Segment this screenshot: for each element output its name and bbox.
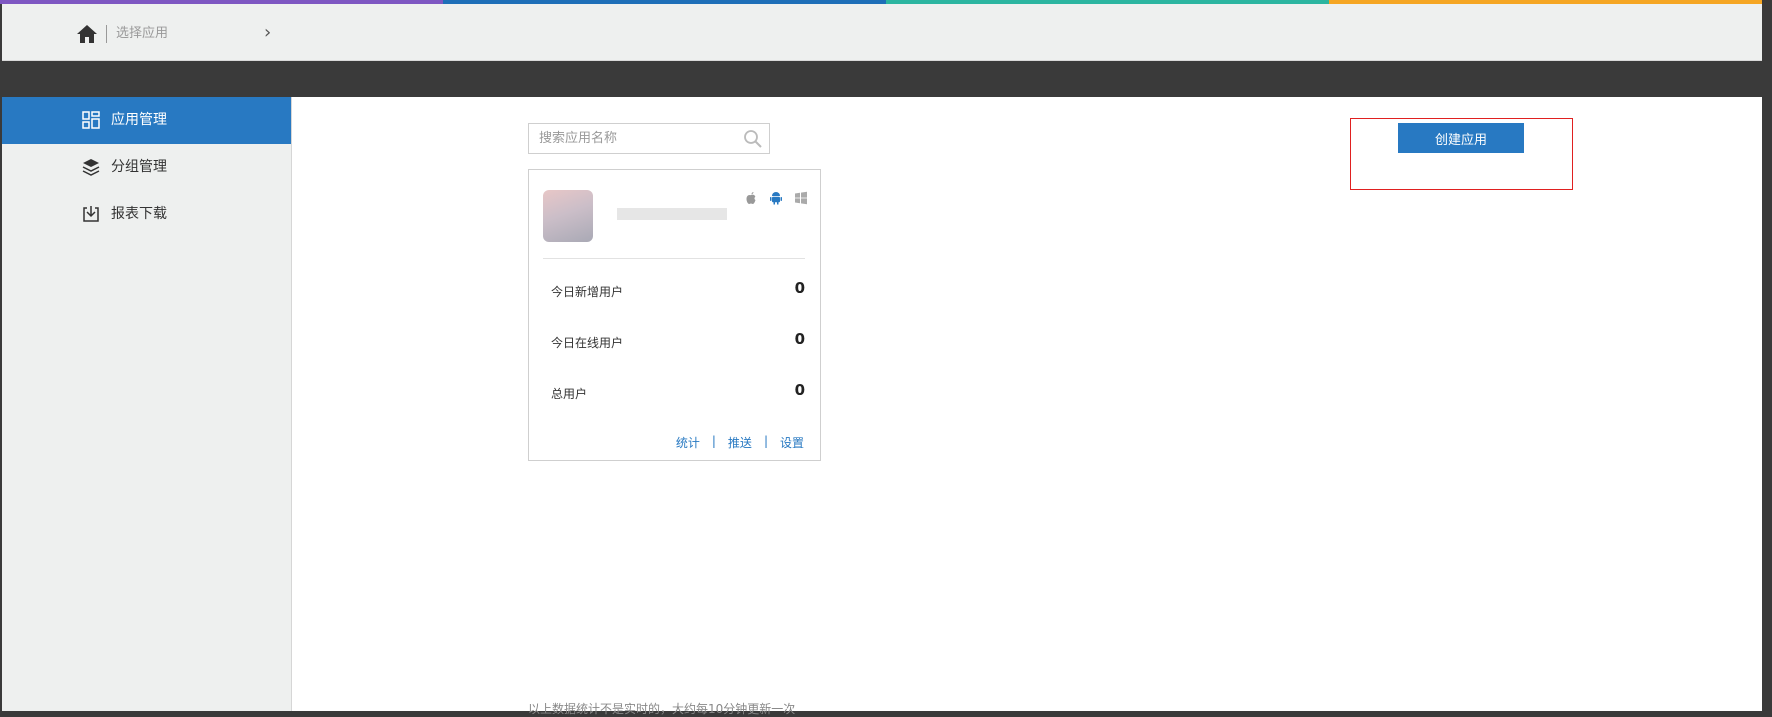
apple-icon xyxy=(744,190,758,204)
scrollbar[interactable] xyxy=(1762,0,1772,711)
push-link[interactable]: 推送 xyxy=(728,434,752,451)
settings-link[interactable]: 设置 xyxy=(780,434,804,451)
download-icon xyxy=(82,205,100,223)
stats-footnote: 以上数据统计不是实时的，大约每10分钟更新一次 xyxy=(528,702,796,716)
sidebar-item-report-download[interactable]: 报表下载 xyxy=(2,191,291,238)
search-icon[interactable] xyxy=(743,129,763,149)
layers-icon xyxy=(82,158,100,176)
stat-row: 总用户 0 xyxy=(551,381,805,403)
breadcrumb-divider xyxy=(106,25,107,43)
grid-icon xyxy=(82,111,100,129)
android-icon xyxy=(769,190,783,205)
stat-label: 总用户 xyxy=(551,387,588,401)
app-icon[interactable] xyxy=(543,190,593,242)
create-app-button[interactable]: 创建应用 xyxy=(1398,123,1524,153)
search-input[interactable] xyxy=(529,124,739,153)
stat-value: 0 xyxy=(794,381,805,399)
sidebar-item-group-management[interactable]: 分组管理 xyxy=(2,144,291,191)
windows-icon xyxy=(794,190,808,205)
sidebar-item-label: 分组管理 xyxy=(111,159,167,175)
stat-row: 今日在线用户 0 xyxy=(551,330,805,352)
app-card[interactable]: 今日新增用户 0 今日在线用户 0 总用户 0 统计 | 推送 | 设置 xyxy=(528,169,821,461)
sidebar-item-label: 应用管理 xyxy=(111,112,167,128)
home-icon[interactable] xyxy=(75,22,99,46)
breadcrumb-current[interactable]: 选择应用 xyxy=(116,25,168,43)
card-divider xyxy=(543,258,805,259)
stat-row: 今日新增用户 0 xyxy=(551,279,805,301)
sidebar-item-app-management[interactable]: 应用管理 xyxy=(2,97,291,144)
stat-value: 0 xyxy=(794,330,805,348)
app-name-redacted xyxy=(617,208,727,220)
search-box xyxy=(528,123,770,154)
stat-label: 今日新增用户 xyxy=(551,285,624,299)
link-separator: | xyxy=(711,434,716,448)
stats-link[interactable]: 统计 xyxy=(676,434,700,451)
top-header: 选择应用 › xyxy=(2,4,1762,61)
sidebar: 应用管理 分组管理 报表下载 xyxy=(2,97,292,711)
stat-label: 今日在线用户 xyxy=(551,336,624,350)
sidebar-item-label: 报表下载 xyxy=(111,206,167,222)
stat-value: 0 xyxy=(794,279,805,297)
link-separator: | xyxy=(763,434,768,448)
card-actions: 统计 | 推送 | 设置 xyxy=(676,434,804,451)
chevron-right-icon[interactable]: › xyxy=(264,24,271,42)
